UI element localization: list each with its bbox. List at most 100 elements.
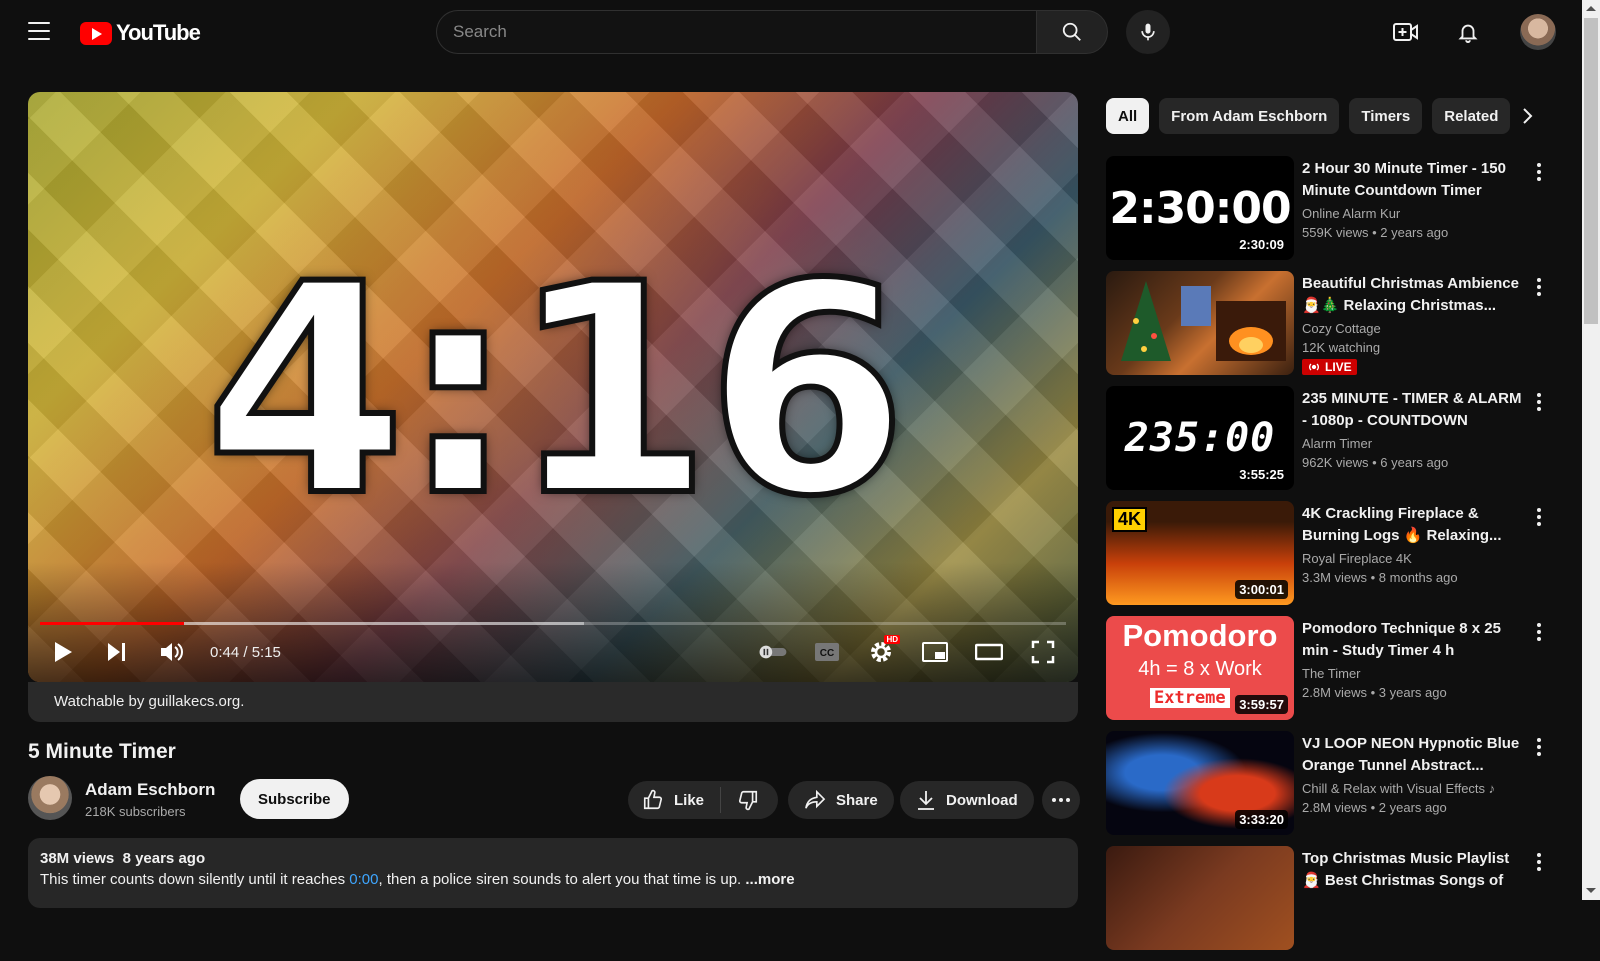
channel-name[interactable]: The Timer bbox=[1302, 666, 1522, 681]
video-meta: 2.8M views • 2 years ago bbox=[1302, 800, 1447, 815]
autoplay-icon bbox=[759, 645, 787, 659]
video-title[interactable]: Pomodoro Technique 8 x 25 min - Study Ti… bbox=[1302, 618, 1522, 662]
video-thumbnail[interactable]: 2:30:00 2:30:09 bbox=[1106, 156, 1294, 260]
pomodoro-thumb-line2: 4h = 8 x Work bbox=[1138, 658, 1262, 680]
channel-name[interactable]: Chill & Relax with Visual Effects ♪ bbox=[1302, 781, 1522, 796]
channel-row: Adam Eschborn 218K subscribers Subscribe… bbox=[28, 776, 1080, 824]
subscriber-count: 218K subscribers bbox=[85, 804, 186, 819]
pomodoro-thumb-line1: Pomodoro bbox=[1122, 618, 1278, 653]
list-item[interactable]: 2:30:00 2:30:09 2 Hour 30 Minute Timer -… bbox=[1106, 156, 1546, 271]
list-item[interactable]: 235:00 3:55:25 235 MINUTE - TIMER & ALAR… bbox=[1106, 386, 1546, 501]
video-title[interactable]: VJ LOOP NEON Hypnotic Blue Orange Tunnel… bbox=[1302, 733, 1522, 777]
scrollbar-thumb[interactable] bbox=[1584, 18, 1598, 324]
more-options-icon[interactable] bbox=[1532, 735, 1546, 759]
channel-name[interactable]: Alarm Timer bbox=[1302, 436, 1522, 451]
video-thumbnail[interactable]: Pomodoro 4h = 8 x Work Extreme 3:59:57 bbox=[1106, 616, 1294, 720]
hd-badge: HD bbox=[884, 635, 900, 644]
voice-search-button[interactable] bbox=[1126, 10, 1170, 54]
more-options-icon[interactable] bbox=[1532, 620, 1546, 644]
live-badge: LIVE bbox=[1302, 359, 1357, 375]
autoplay-toggle[interactable] bbox=[758, 637, 788, 667]
chip-related[interactable]: Related bbox=[1432, 98, 1511, 134]
theater-icon bbox=[975, 643, 1003, 661]
create-video-icon bbox=[1393, 23, 1418, 41]
volume-button[interactable] bbox=[156, 637, 186, 667]
share-icon bbox=[805, 790, 826, 809]
description-box[interactable]: 38M views 8 years ago This timer counts … bbox=[28, 838, 1078, 908]
video-meta: 2.8M views • 3 years ago bbox=[1302, 685, 1447, 700]
create-button[interactable] bbox=[1386, 12, 1426, 52]
video-player[interactable]: 4:16 0:44 / 5:15 CC HD bbox=[28, 92, 1078, 682]
live-label: LIVE bbox=[1325, 360, 1352, 374]
dislike-button[interactable] bbox=[721, 789, 775, 811]
more-options-icon[interactable] bbox=[1532, 160, 1546, 184]
chip-timers[interactable]: Timers bbox=[1349, 98, 1423, 134]
video-thumbnail[interactable] bbox=[1106, 846, 1294, 950]
video-title[interactable]: 235 MINUTE - TIMER & ALARM - 1080p - COU… bbox=[1302, 388, 1522, 432]
download-button[interactable]: Download bbox=[900, 781, 1034, 819]
theater-mode-button[interactable] bbox=[974, 637, 1004, 667]
play-button[interactable] bbox=[48, 637, 78, 667]
progress-bar[interactable] bbox=[40, 622, 1066, 625]
video-title[interactable]: 4K Crackling Fireplace & Burning Logs 🔥 … bbox=[1302, 503, 1522, 547]
video-title[interactable]: Beautiful Christmas Ambience 🎅🎄 Relaxing… bbox=[1302, 273, 1522, 317]
scroll-up-arrow-icon[interactable] bbox=[1586, 6, 1596, 11]
list-item[interactable]: 3:33:20 VJ LOOP NEON Hypnotic Blue Orang… bbox=[1106, 731, 1546, 846]
fullscreen-button[interactable] bbox=[1028, 637, 1058, 667]
list-item[interactable]: Top Christmas Music Playlist 🎅 Best Chri… bbox=[1106, 846, 1546, 961]
svg-text:CC: CC bbox=[820, 648, 834, 659]
channel-avatar[interactable] bbox=[28, 776, 72, 820]
chips-next-button[interactable] bbox=[1516, 104, 1540, 128]
duration-badge: 3:55:25 bbox=[1235, 465, 1288, 484]
time-display: 0:44 / 5:15 bbox=[210, 643, 281, 661]
view-count: 38M views bbox=[40, 850, 115, 867]
menu-icon[interactable] bbox=[28, 22, 50, 40]
share-button[interactable]: Share bbox=[788, 781, 894, 819]
video-thumbnail[interactable]: 235:00 3:55:25 bbox=[1106, 386, 1294, 490]
more-options-icon[interactable] bbox=[1532, 275, 1546, 299]
chevron-right-icon bbox=[1523, 108, 1533, 124]
channel-name[interactable]: Online Alarm Kur bbox=[1302, 206, 1522, 221]
like-button[interactable]: Like bbox=[628, 787, 722, 813]
youtube-play-icon bbox=[80, 21, 112, 45]
thumbs-up-icon bbox=[643, 789, 663, 810]
list-item[interactable]: Pomodoro 4h = 8 x Work Extreme 3:59:57 P… bbox=[1106, 616, 1546, 731]
video-title[interactable]: Top Christmas Music Playlist 🎅 Best Chri… bbox=[1302, 848, 1522, 892]
chip-from-channel[interactable]: From Adam Eschborn bbox=[1159, 98, 1340, 134]
next-button[interactable] bbox=[102, 637, 132, 667]
subscribe-button[interactable]: Subscribe bbox=[240, 779, 349, 819]
channel-name[interactable]: Royal Fireplace 4K bbox=[1302, 551, 1522, 566]
settings-button[interactable]: HD bbox=[866, 635, 900, 667]
list-item[interactable]: Beautiful Christmas Ambience 🎅🎄 Relaxing… bbox=[1106, 271, 1546, 386]
duration-badge: 3:33:20 bbox=[1235, 810, 1288, 829]
share-label: Share bbox=[836, 791, 878, 809]
filter-chips: All From Adam Eschborn Timers Related bbox=[1106, 98, 1550, 136]
timestamp-link[interactable]: 0:00 bbox=[349, 871, 378, 888]
scroll-down-arrow-icon[interactable] bbox=[1586, 888, 1596, 893]
more-options-icon[interactable] bbox=[1532, 390, 1546, 414]
video-thumbnail[interactable]: 4K 3:00:01 bbox=[1106, 501, 1294, 605]
video-thumbnail[interactable]: 3:33:20 bbox=[1106, 731, 1294, 835]
top-bar: YouTube bbox=[0, 0, 1582, 64]
duration-badge: 3:00:01 bbox=[1235, 580, 1288, 599]
channel-name[interactable]: Adam Eschborn bbox=[85, 780, 215, 800]
more-options-icon[interactable] bbox=[1532, 505, 1546, 529]
account-avatar[interactable] bbox=[1520, 14, 1556, 50]
youtube-logo[interactable]: YouTube bbox=[80, 20, 201, 46]
search-button[interactable] bbox=[1036, 10, 1108, 54]
notifications-button[interactable] bbox=[1448, 12, 1488, 52]
search-input[interactable] bbox=[436, 10, 1036, 54]
upload-age: 8 years ago bbox=[122, 850, 206, 867]
list-item[interactable]: 4K 3:00:01 4K Crackling Fireplace & Burn… bbox=[1106, 501, 1546, 616]
miniplayer-button[interactable] bbox=[920, 637, 950, 667]
captions-button[interactable]: CC bbox=[812, 637, 842, 667]
channel-name[interactable]: Cozy Cottage bbox=[1302, 321, 1522, 336]
video-title[interactable]: 2 Hour 30 Minute Timer - 150 Minute Coun… bbox=[1302, 158, 1522, 202]
more-link[interactable]: ...more bbox=[745, 871, 794, 888]
captions-icon: CC bbox=[815, 643, 839, 661]
christmas-tree-thumbnail-art bbox=[1121, 281, 1286, 361]
video-thumbnail[interactable] bbox=[1106, 271, 1294, 375]
more-actions-button[interactable] bbox=[1042, 781, 1080, 819]
chip-all[interactable]: All bbox=[1106, 98, 1150, 134]
more-options-icon[interactable] bbox=[1532, 850, 1546, 874]
